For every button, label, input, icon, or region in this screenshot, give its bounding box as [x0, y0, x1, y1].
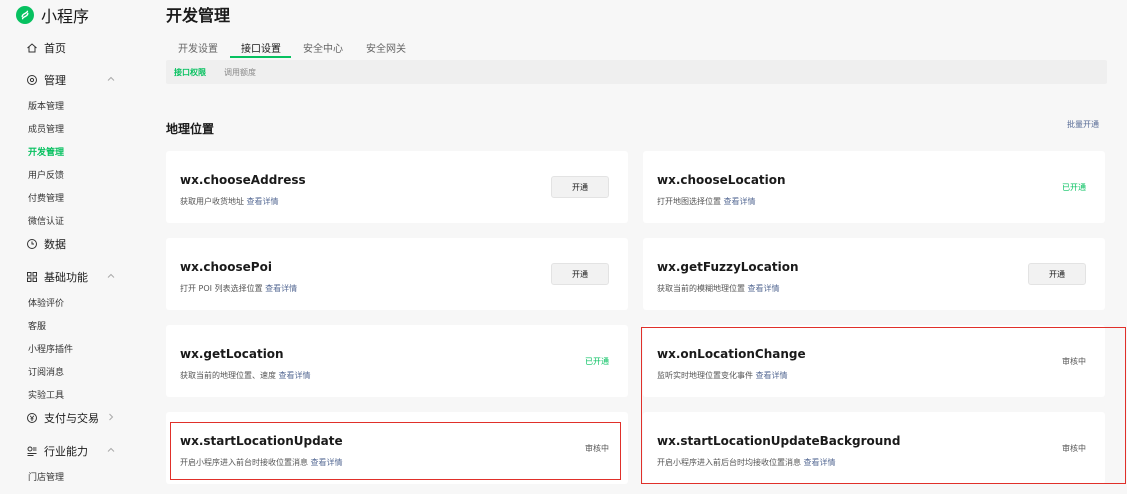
mini-program-logo-icon: [16, 6, 34, 24]
app-window: 小程序 首页 管理 版本管理 成员管理 开发管理 用户反馈 付费管理 微信认证: [0, 0, 1127, 494]
sidebar-item-dev-manage[interactable]: 开发管理: [28, 143, 64, 159]
home-icon: [26, 42, 38, 54]
api-card-choose-address: wx.chooseAddress 获取用户收货地址 查看详情 开通: [166, 151, 628, 223]
batch-open-link[interactable]: 批量开通: [1067, 119, 1099, 130]
status-opened: 已开通: [585, 357, 609, 366]
view-detail-link[interactable]: 查看详情: [247, 197, 279, 206]
subtab-bar: 接口权限 调用额度: [166, 60, 1107, 84]
page-title: 开发管理: [166, 6, 231, 25]
sidebar-item-label: 基础功能: [44, 271, 88, 284]
view-detail-link[interactable]: 查看详情: [265, 284, 297, 293]
tab-security-center[interactable]: 安全中心: [303, 40, 343, 55]
api-desc: 开启小程序进入前台时接收位置消息 查看详情: [180, 458, 343, 467]
chevron-up-icon[interactable]: [106, 74, 116, 84]
sidebar-item-lab[interactable]: 实验工具: [28, 386, 64, 402]
view-detail-link[interactable]: 查看详情: [724, 197, 756, 206]
chevron-right-icon[interactable]: [106, 412, 116, 422]
api-card-get-location: wx.getLocation 获取当前的地理位置、速度 查看详情 已开通: [166, 325, 628, 397]
api-name: wx.chooseLocation: [657, 173, 786, 187]
sidebar-item-customer-service[interactable]: 客服: [28, 317, 46, 333]
sidebar-item-subscribe[interactable]: 订阅消息: [28, 363, 64, 379]
yuan-icon: [26, 412, 38, 424]
tab-dev-settings[interactable]: 开发设置: [178, 40, 218, 55]
sidebar-item-store[interactable]: 门店管理: [28, 468, 64, 484]
manage-icon: [26, 74, 38, 86]
api-desc: 获取当前的地理位置、速度 查看详情: [180, 371, 311, 380]
api-desc: 开启小程序进入前后台时均接收位置消息 查看详情: [657, 458, 836, 467]
sidebar-item-label: 行业能力: [44, 445, 88, 458]
sidebar-item-payment[interactable]: 支付与交易: [26, 408, 114, 428]
api-name: wx.chooseAddress: [180, 173, 306, 187]
section-title: 地理位置: [166, 122, 215, 136]
view-detail-link[interactable]: 查看详情: [756, 371, 788, 380]
grid-icon: [26, 271, 38, 283]
sidebar-item-home[interactable]: 首页: [26, 38, 66, 58]
api-desc: 获取当前的模糊地理位置 查看详情: [657, 284, 780, 293]
status-opened: 已开通: [1062, 183, 1086, 192]
api-name: wx.getLocation: [180, 347, 284, 361]
sidebar-item-feedback[interactable]: 用户反馈: [28, 166, 64, 182]
sidebar-item-plugin[interactable]: 小程序插件: [28, 340, 73, 356]
status-under-review: 审核中: [1062, 444, 1086, 453]
sidebar-item-wechat-verify[interactable]: 微信认证: [28, 212, 64, 228]
api-desc: 获取用户收货地址 查看详情: [180, 197, 279, 206]
sidebar-item-basic[interactable]: 基础功能: [26, 267, 115, 287]
tab-api-settings[interactable]: 接口设置: [241, 40, 281, 55]
sidebar-item-data[interactable]: 数据: [26, 234, 66, 254]
view-detail-link[interactable]: 查看详情: [804, 458, 836, 467]
open-button[interactable]: 开通: [551, 263, 609, 285]
api-desc: 打开 POI 列表选择位置 查看详情: [180, 284, 298, 293]
sidebar-item-label: 管理: [44, 74, 66, 87]
api-card-on-location-change: wx.onLocationChange 监听实时地理位置变化事件 查看详情 审核…: [643, 325, 1105, 397]
api-name: wx.onLocationChange: [657, 347, 806, 361]
sidebar-item-rating[interactable]: 体验评价: [28, 294, 64, 310]
api-card-choose-location: wx.chooseLocation 打开地图选择位置 查看详情 已开通: [643, 151, 1105, 223]
api-name: wx.startLocationUpdate: [180, 434, 343, 448]
chevron-up-icon[interactable]: [106, 445, 116, 455]
api-desc: 打开地图选择位置 查看详情: [657, 197, 756, 206]
view-detail-link[interactable]: 查看详情: [279, 371, 311, 380]
subtab-call-quota[interactable]: 调用额度: [224, 67, 256, 78]
data-clock-icon: [26, 238, 38, 250]
status-under-review: 审核中: [585, 444, 609, 453]
status-under-review: 审核中: [1062, 357, 1086, 366]
api-name: wx.getFuzzyLocation: [657, 260, 799, 274]
api-card-get-fuzzy-location: wx.getFuzzyLocation 获取当前的模糊地理位置 查看详情 开通: [643, 238, 1105, 310]
sidebar: 小程序 首页 管理 版本管理 成员管理 开发管理 用户反馈 付费管理 微信认证: [0, 0, 140, 494]
view-detail-link[interactable]: 查看详情: [748, 284, 780, 293]
sidebar-item-version[interactable]: 版本管理: [28, 97, 64, 113]
brand[interactable]: 小程序: [16, 3, 89, 27]
open-button[interactable]: 开通: [1028, 263, 1086, 285]
sidebar-item-label: 数据: [44, 238, 66, 251]
subtab-api-permission[interactable]: 接口权限: [174, 67, 206, 78]
api-card-start-location-update-background: wx.startLocationUpdateBackground 开启小程序进入…: [643, 412, 1105, 484]
view-detail-link[interactable]: 查看详情: [311, 458, 343, 467]
api-name: wx.choosePoi: [180, 260, 272, 274]
industry-icon: [26, 445, 38, 457]
sidebar-item-industry[interactable]: 行业能力: [26, 441, 115, 461]
tab-security-gateway[interactable]: 安全网关: [366, 40, 406, 55]
sidebar-item-label: 首页: [44, 42, 66, 55]
app-name: 小程序: [41, 7, 90, 26]
sidebar-item-label: 支付与交易: [44, 412, 99, 425]
sidebar-item-members[interactable]: 成员管理: [28, 120, 64, 136]
api-card-choose-poi: wx.choosePoi 打开 POI 列表选择位置 查看详情 开通: [166, 238, 628, 310]
active-tab-indicator: [230, 56, 291, 58]
sidebar-item-manage[interactable]: 管理: [26, 70, 115, 90]
api-desc: 监听实时地理位置变化事件 查看详情: [657, 371, 788, 380]
open-button[interactable]: 开通: [551, 176, 609, 198]
api-name: wx.startLocationUpdateBackground: [657, 434, 901, 448]
chevron-up-icon[interactable]: [106, 271, 116, 281]
sidebar-item-payment-manage[interactable]: 付费管理: [28, 189, 64, 205]
api-card-start-location-update: wx.startLocationUpdate 开启小程序进入前台时接收位置消息 …: [166, 412, 628, 484]
